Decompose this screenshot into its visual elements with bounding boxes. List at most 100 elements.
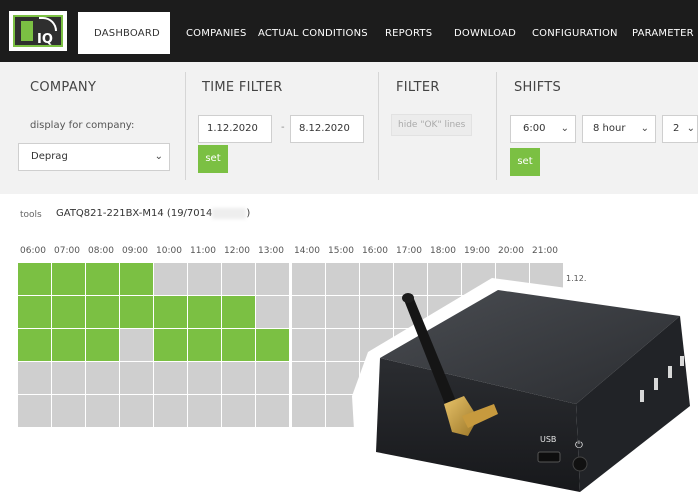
shift-length-select[interactable]: 8 hour ⌄ [582,115,656,143]
timeline-cell-idle[interactable] [188,362,221,394]
timeline-cell-idle[interactable] [120,395,153,427]
timeline-cell-ok[interactable] [52,296,85,328]
date-separator: - [281,122,285,133]
timeline-cell-idle[interactable] [256,296,289,328]
hour-label: 14:00 [294,246,320,256]
date-from-value: 1.12.2020 [207,123,258,134]
timeline-cell-ok[interactable] [188,296,221,328]
nav-actual-conditions[interactable]: ACTUAL CONDITIONS [258,28,368,39]
timeline-cell-idle[interactable] [188,263,221,295]
timeline-cell-idle[interactable] [18,362,51,394]
time-filter-set-button[interactable]: set [198,145,228,173]
hour-label: 15:00 [328,246,354,256]
timeline-cell-idle[interactable] [120,329,153,361]
timeline-cell-idle[interactable] [52,362,85,394]
nav-companies[interactable]: COMPANIES [186,28,247,39]
shifts-set-button[interactable]: set [510,148,540,176]
tool-id: GATQ821-221BX-M14 (19/7014 [56,208,213,219]
timeline-cell-idle[interactable] [292,362,325,394]
tool-id-suffix: ) [246,208,251,219]
company-select[interactable]: Deprag ⌄ [18,143,170,171]
date-to-value: 8.12.2020 [299,123,350,134]
device-led [680,356,684,366]
timeline-cell-ok[interactable] [222,329,255,361]
top-navigation: IQ DASHBOARD COMPANIES ACTUAL CONDITIONS… [0,0,698,62]
timeline-cell-idle[interactable] [52,395,85,427]
company-label: display for company: [30,120,135,131]
timeline-cell-idle[interactable] [292,329,325,361]
hour-label: 13:00 [258,246,284,256]
timeline-cell-ok[interactable] [18,329,51,361]
logo-text: IQ [37,32,53,47]
timeline-cell-ok[interactable] [18,263,51,295]
hour-label: 18:00 [430,246,456,256]
device-led [668,366,672,378]
redacted-text [212,208,247,219]
usb-label: USB [540,435,556,444]
logo[interactable]: IQ [6,8,70,54]
hide-ok-lines-toggle[interactable]: hide "OK" lines [391,114,473,136]
timeline-cell-idle[interactable] [86,395,119,427]
chevron-down-icon: ⌄ [560,123,569,134]
timeline-cell-idle[interactable] [188,395,221,427]
nav-download[interactable]: DOWNLOAD [454,28,516,39]
timeline-cell-idle[interactable] [86,362,119,394]
shift-count-select[interactable]: 2 ⌄ [662,115,698,143]
timeline-cell-idle[interactable] [256,362,289,394]
hour-label: 10:00 [156,246,182,256]
hour-label: 07:00 [54,246,80,256]
timeline-cell-ok[interactable] [154,296,187,328]
timeline-cell-idle[interactable] [256,395,289,427]
timeline-cell-idle[interactable] [292,296,325,328]
timeline-cell-ok[interactable] [188,329,221,361]
device-led [640,390,644,402]
timeline-cell-ok[interactable] [256,329,289,361]
chevron-down-icon: ⌄ [154,151,163,162]
company-select-value: Deprag [31,151,68,162]
divider [496,72,497,180]
timeline-cell-ok[interactable] [222,296,255,328]
antenna-tip [402,293,414,303]
timeline-cell-idle[interactable] [154,395,187,427]
timeline-cell-idle[interactable] [256,263,289,295]
timeline-cell-ok[interactable] [52,263,85,295]
timeline-cell-idle[interactable] [292,395,325,427]
timeline-cell-idle[interactable] [292,263,325,295]
hour-label: 11:00 [190,246,216,256]
hour-label: 09:00 [122,246,148,256]
company-title: COMPANY [30,80,97,95]
signal-icon [39,17,57,31]
timeline-cell-idle[interactable] [120,362,153,394]
timeline-cell-ok[interactable] [120,296,153,328]
timeline-cell-ok[interactable] [86,296,119,328]
tools-label: tools [20,210,42,220]
timeline-cell-ok[interactable] [86,263,119,295]
shift-count-value: 2 [673,123,680,134]
shift-start-select[interactable]: 6:00 ⌄ [510,115,576,143]
timeline-cell-idle[interactable] [222,362,255,394]
timeline-cell-idle[interactable] [18,395,51,427]
timeline-cell-ok[interactable] [154,329,187,361]
timeline-cell-ok[interactable] [120,263,153,295]
timeline-cell-ok[interactable] [18,296,51,328]
chevron-down-icon: ⌄ [640,123,649,134]
date-to-input[interactable]: 8.12.2020 [290,115,364,143]
power-icon: ⏻ [575,440,583,451]
timeline-cell-ok[interactable] [52,329,85,361]
timeline-cell-idle[interactable] [222,263,255,295]
nav-configuration[interactable]: CONFIGURATION [532,28,618,39]
hour-label: 19:00 [464,246,490,256]
timeline-cell-idle[interactable] [154,263,187,295]
usb-port [537,451,561,463]
timeline-cell-idle[interactable] [154,362,187,394]
timeline-cell-ok[interactable] [86,329,119,361]
hour-label: 12:00 [224,246,250,256]
nav-dashboard[interactable]: DASHBOARD [94,28,160,39]
nav-parameter[interactable]: PARAMETER [632,28,694,39]
date-from-input[interactable]: 1.12.2020 [198,115,272,143]
hour-label: 21:00 [532,246,558,256]
time-filter-title: TIME FILTER [202,80,283,95]
timeline-cell-idle[interactable] [222,395,255,427]
power-button [572,456,588,472]
nav-reports[interactable]: REPORTS [385,28,432,39]
